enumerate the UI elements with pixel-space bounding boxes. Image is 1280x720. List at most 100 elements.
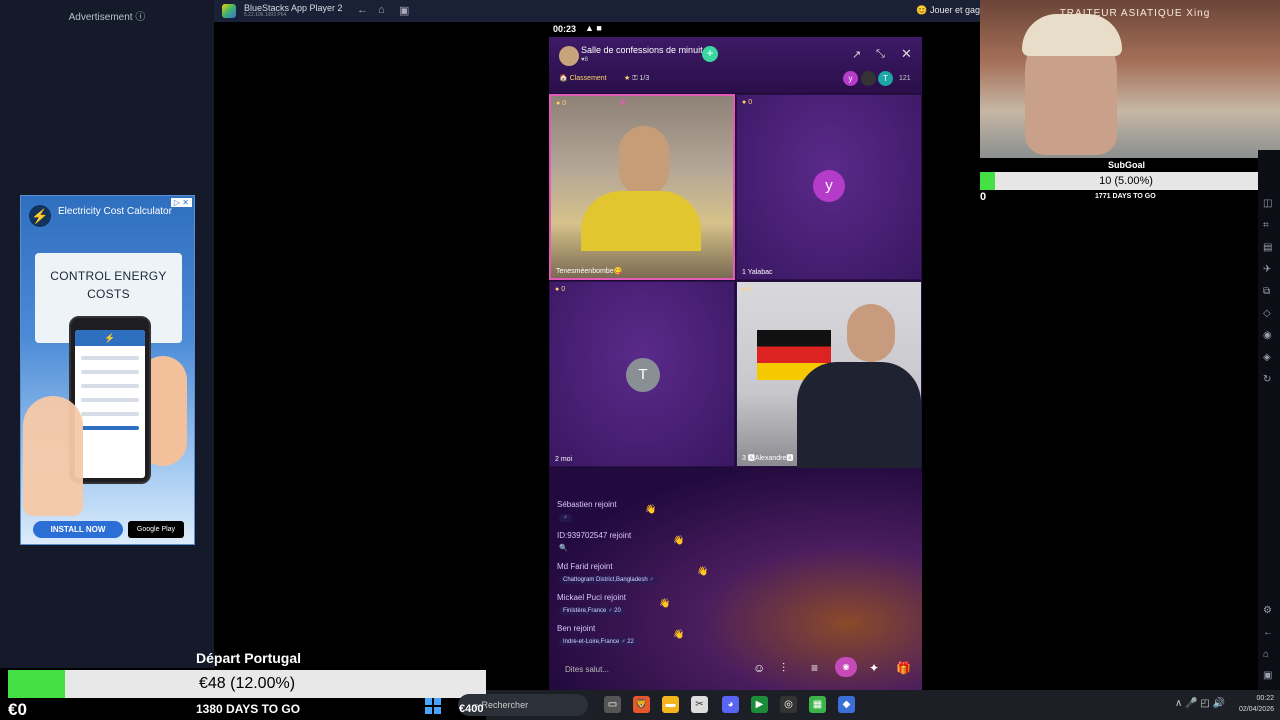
donation-progress-bar: €48 (12.00%)	[8, 670, 486, 698]
wave-icon[interactable]: 👋	[673, 535, 684, 546]
voice-icon[interactable]: ⫶	[782, 661, 785, 676]
game-icon[interactable]: ◉	[835, 657, 857, 677]
sync-icon[interactable]: ↻	[1263, 374, 1271, 385]
magic-icon[interactable]: ✦	[869, 661, 879, 675]
lightning-icon: ⚡	[75, 330, 145, 346]
obs-icon[interactable]: ◎	[780, 696, 797, 713]
discord-icon[interactable]: ◕	[722, 696, 739, 713]
wave-icon[interactable]: 👋	[659, 598, 670, 609]
chat-message: Ben rejoint	[557, 624, 596, 633]
ad-card[interactable]: ▷ ✕ ⚡ Electricity Cost Calculator CONTRO…	[20, 195, 195, 545]
taskbar-clock[interactable]: 00:22 02/04/2026	[1239, 693, 1274, 715]
sheet-icon[interactable]: ▦	[809, 696, 826, 713]
seat-name: Tenesméenbombe😋	[556, 268, 623, 275]
recent-apps-icon[interactable]: ▣	[1263, 670, 1272, 681]
hand-illustration	[23, 396, 83, 516]
donation-min: €0	[8, 700, 27, 719]
ad-headline: CONTROL ENERGY COSTS	[50, 269, 167, 301]
task-view-icon[interactable]: ▭	[604, 696, 621, 713]
camera-icon[interactable]: ◫	[1263, 198, 1272, 209]
play-and-earn-button[interactable]: 😊 Jouer et gag	[916, 5, 980, 16]
participant-video	[581, 191, 701, 251]
taskbar-search-label: Rechercher	[481, 700, 529, 710]
ranking-button[interactable]: 🏠 Classement	[559, 74, 607, 82]
subgoal-days: 1771 DAYS TO GO	[1095, 193, 1156, 200]
share-icon[interactable]: ↗	[852, 48, 861, 61]
screenshot-icon[interactable]: ⌗	[1263, 220, 1269, 231]
chat-input[interactable]: Dites salut...	[565, 665, 609, 674]
chat-message: ID:939702547 rejoint	[557, 531, 632, 540]
seat-name: 1 Yalabac	[742, 269, 773, 276]
form-line	[81, 370, 139, 374]
donation-days: 1380 DAYS TO GO	[196, 702, 301, 716]
room-name: Salle de confessions de minuit	[581, 45, 703, 55]
seat-avatar: T	[626, 358, 660, 392]
emoji-icon[interactable]: ☺	[753, 661, 765, 675]
stars-value: 1/3	[639, 75, 650, 82]
form-line	[81, 356, 139, 360]
viewer-avatar[interactable]	[861, 71, 876, 86]
snipping-icon[interactable]: ✂	[691, 696, 708, 713]
chat-message-meta: ♂	[559, 514, 572, 522]
back-arrow-icon[interactable]: ←	[357, 4, 368, 16]
participant-video	[797, 362, 921, 468]
bluestacks-multi-icon[interactable]: ◆	[838, 696, 855, 713]
chat-message: Md Farid rejoint	[557, 562, 613, 571]
room-avatar[interactable]	[559, 46, 579, 66]
video-seat-2[interactable]: ● 0 y 1 Yalabac	[736, 94, 922, 280]
folder-icon[interactable]: ▬	[662, 696, 679, 713]
eraser-icon[interactable]: ◇	[1263, 308, 1271, 319]
seat-name: 3 🅰Alexandre🅰	[742, 455, 794, 462]
gift-icon[interactable]: 🎁	[896, 661, 911, 675]
copy-icon[interactable]: ⧉	[1263, 286, 1270, 297]
settings-icon[interactable]: ⚙	[1263, 605, 1272, 616]
donation-progress-text: €48 (12.00%)	[198, 675, 296, 692]
taskbar-date: 02/04/2026	[1238, 706, 1274, 713]
coin-count: ● 0	[555, 286, 566, 293]
room-likes: ♥8	[581, 57, 588, 63]
location-icon[interactable]: ◉	[1263, 330, 1272, 341]
home-icon[interactable]: ⌂	[378, 4, 385, 16]
ranking-label: Classement	[569, 75, 607, 82]
wave-icon[interactable]: 👋	[645, 504, 656, 515]
seat-name: 2 moi	[555, 456, 573, 463]
viewer-avatar[interactable]: y	[843, 71, 858, 86]
airplane-icon[interactable]: ✈	[1263, 264, 1271, 275]
search-icon: 🔍	[559, 545, 568, 552]
brave-icon[interactable]: 🦁	[633, 696, 650, 713]
close-icon[interactable]: ✕	[901, 46, 912, 62]
bluestacks-title-bar: BlueStacks App Player 2 5.22.106.1003 P6…	[214, 0, 980, 22]
image-icon[interactable]: ▤	[1263, 242, 1272, 253]
bluestacks-logo-icon	[222, 4, 236, 18]
back-arrow-icon[interactable]: ←	[1263, 627, 1273, 638]
recent-apps-icon[interactable]: ▣	[399, 4, 409, 17]
video-seat-3[interactable]: ● 0 T 2 moi	[549, 281, 735, 467]
bluestacks-version: 5.22.106.1003 P64	[244, 12, 287, 18]
status-bar: 00:23 ▲ ■	[549, 22, 922, 37]
seat-avatar: y	[813, 170, 845, 202]
follow-plus-button[interactable]: +	[702, 46, 718, 62]
stars-counter[interactable]: ★ ⚿ 1/3	[624, 74, 649, 83]
bluestacks-icon[interactable]: ▶	[751, 696, 768, 713]
viewer-avatar[interactable]: T	[878, 71, 893, 86]
google-play-badge[interactable]: Google Play	[128, 521, 184, 538]
menu-icon[interactable]: ≡	[811, 661, 818, 675]
chat-area: Sébastien rejoint ♂ 👋 ID:939702547 rejoi…	[549, 468, 922, 690]
participant-video	[847, 304, 895, 362]
video-seat-4[interactable]: ● 0 3 🅰Alexandre🅰	[736, 281, 922, 468]
minimize-icon[interactable]: ⤡	[876, 48, 885, 61]
layers-icon[interactable]: ◈	[1263, 352, 1271, 363]
viewer-count[interactable]: 121	[899, 75, 911, 82]
coin-value: 0	[748, 99, 753, 106]
windows-start-icon[interactable]	[425, 698, 441, 714]
wave-icon[interactable]: 👋	[673, 629, 684, 640]
wave-icon[interactable]: 👋	[697, 566, 708, 577]
video-seat-1[interactable]: ♛ ● 0 Tenesméenbombe😋	[549, 94, 735, 280]
chat-message: Mickael Puci rejoint	[557, 593, 626, 602]
subgoal-min: 0	[980, 191, 987, 203]
chat-message-meta: Chattogram District,Bangladesh ♂	[559, 576, 658, 584]
home-icon[interactable]: ⌂	[1263, 649, 1269, 660]
install-button[interactable]: INSTALL NOW	[33, 521, 123, 538]
room-header: Salle de confessions de minuit ♥8 + ↗ ⤡ …	[549, 37, 922, 93]
system-tray[interactable]: ∧ 🎤 ◰ 🔊	[1175, 698, 1225, 709]
